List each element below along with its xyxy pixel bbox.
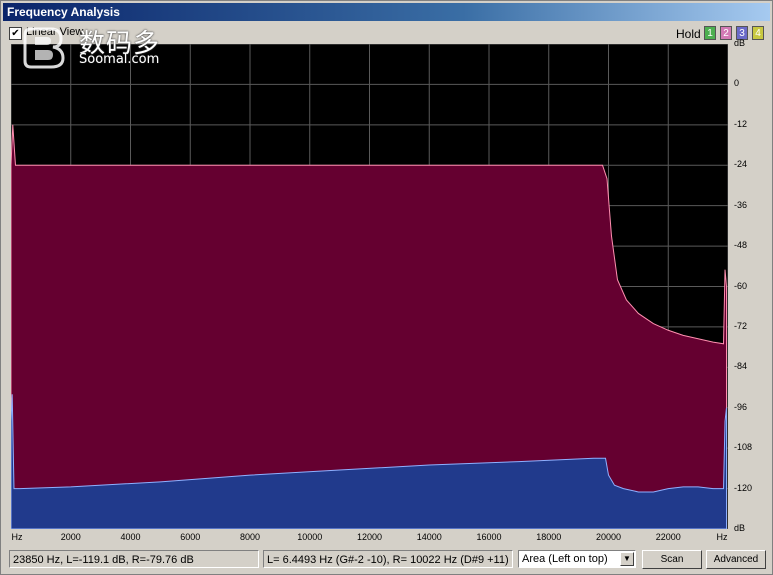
y-tick-label: -120 <box>734 482 753 493</box>
x-tick-label: 8000 <box>239 532 261 542</box>
chevron-down-icon[interactable]: ▼ <box>620 552 634 566</box>
display-mode-select[interactable]: Area (Left on top) ▼ <box>518 550 636 568</box>
x-tick-label: 16000 <box>476 532 502 542</box>
advanced-button[interactable]: Advanced <box>706 550 766 569</box>
y-tick-label: dB <box>734 523 746 533</box>
frequency-analysis-window: Frequency Analysis ✔ Linear View Hold 1 … <box>0 0 773 575</box>
scan-button[interactable]: Scan <box>642 550 702 569</box>
y-tick-label: -96 <box>734 401 748 412</box>
x-tick-label: 2000 <box>60 532 81 542</box>
spectrum-plot[interactable] <box>10 43 729 530</box>
hold-button-1[interactable]: 1 <box>704 26 716 40</box>
soomal-logo-icon <box>23 27 65 69</box>
y-tick-label: -72 <box>734 320 748 331</box>
x-tick-label: 10000 <box>297 532 323 542</box>
x-tick-label: 22000 <box>655 532 681 542</box>
y-tick-label: 0 <box>734 78 740 89</box>
y-tick-label: -12 <box>734 118 748 129</box>
display-mode-value: Area (Left on top) <box>522 553 608 565</box>
hold-label: Hold <box>676 27 701 41</box>
y-tick-label: dB <box>734 38 746 48</box>
peak-readout: L= 6.4493 Hz (G#-2 -10), R= 10022 Hz (D#… <box>263 550 513 568</box>
x-tick-label: 4000 <box>120 532 141 542</box>
y-tick-label: -60 <box>734 280 748 291</box>
x-tick-label: Hz <box>11 532 23 542</box>
x-tick-label: 14000 <box>416 532 442 542</box>
y-tick-label: -24 <box>734 159 748 170</box>
x-tick-label: Hz <box>716 532 728 542</box>
title-bar: Frequency Analysis <box>3 3 770 21</box>
hold-button-4[interactable]: 4 <box>752 26 764 40</box>
x-tick-label: 20000 <box>595 532 622 542</box>
cursor-readout: 23850 Hz, L=-119.1 dB, R=-79.76 dB <box>9 550 259 568</box>
y-tick-label: -84 <box>734 361 748 372</box>
y-tick-label: -36 <box>734 199 748 210</box>
watermark-site: Soomal.com <box>79 52 160 67</box>
hold-button-2[interactable]: 2 <box>720 26 732 40</box>
x-tick-label: 12000 <box>356 532 383 542</box>
x-tick-label: 18000 <box>536 532 562 542</box>
window-title: Frequency Analysis <box>7 5 120 19</box>
x-tick-label: 6000 <box>180 532 201 542</box>
spectrum-chart <box>10 43 729 530</box>
y-tick-label: -48 <box>734 240 748 251</box>
y-tick-label: -108 <box>734 442 753 453</box>
